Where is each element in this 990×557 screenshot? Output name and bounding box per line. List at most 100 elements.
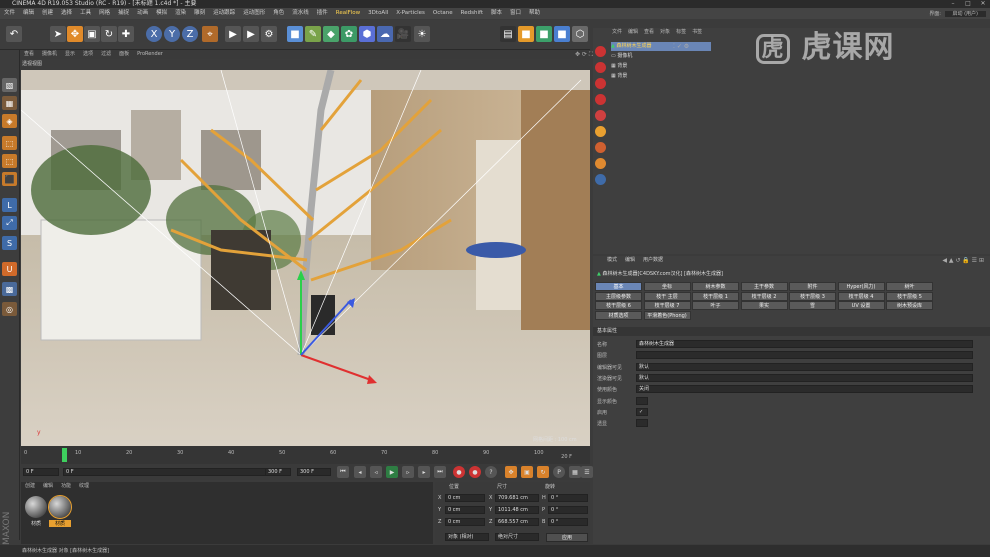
select-arrow-icon[interactable]: ➤ — [50, 26, 66, 42]
menu-item[interactable]: 帮助 — [525, 8, 544, 19]
go-end-icon[interactable]: ⏭ — [434, 466, 446, 478]
attribute-tab[interactable]: Hyper(风力) — [837, 282, 885, 291]
object-menu-item[interactable]: 对象 — [657, 28, 673, 37]
attribute-menu-item[interactable]: 模式 — [603, 256, 621, 265]
sphere-red-icon[interactable] — [595, 46, 606, 57]
menu-item[interactable]: 网格 — [95, 8, 114, 19]
environment-icon[interactable]: ☁ — [377, 26, 393, 42]
next-frame-icon[interactable]: ▹ — [402, 466, 414, 478]
rot-p-field[interactable]: 0 ° — [548, 506, 588, 514]
prev-key-icon[interactable]: ◂ — [354, 466, 366, 478]
size-z-field[interactable]: 668.557 cm — [495, 518, 539, 526]
menu-item[interactable]: 文件 — [0, 8, 19, 19]
x-axis-icon[interactable]: X — [146, 26, 162, 42]
timeline-menu-icon[interactable]: ☰ — [581, 466, 593, 478]
cube-orange-icon[interactable]: ■ — [518, 26, 534, 42]
z-axis-icon[interactable]: Z — [182, 26, 198, 42]
viewport-menu-item[interactable]: 过滤 — [97, 50, 115, 59]
menu-item[interactable]: 工具 — [76, 8, 95, 19]
attribute-tab[interactable]: 枝干 主层 — [643, 291, 691, 301]
attribute-tab[interactable]: 树叶 — [886, 282, 933, 291]
attribute-tab[interactable]: 叶子 — [692, 301, 739, 310]
rot-h-field[interactable]: 0 ° — [548, 494, 588, 502]
attribute-tab[interactable]: 枝干层级 7 — [643, 301, 691, 310]
viewport-menu-item[interactable]: 摄像机 — [38, 50, 61, 59]
attribute-field-value[interactable]: 默认 — [636, 373, 973, 382]
object-menu-item[interactable]: 书签 — [689, 28, 705, 37]
object-visibility-icons[interactable]: ⁚ ✓ ⚙ — [673, 43, 689, 50]
render-view-icon[interactable]: ▶ — [225, 26, 241, 42]
menu-item[interactable]: 流水线 — [288, 8, 313, 19]
viewport-menu-item[interactable]: 查看 — [20, 50, 38, 59]
render-tag-icon[interactable] — [595, 142, 606, 153]
attribute-nav-icons[interactable]: ◀ ▲ ↺ 🔒 ☰ ⊞ — [942, 257, 984, 264]
attribute-tab[interactable]: 枝干层级 3 — [789, 291, 836, 301]
menu-item[interactable]: 雕刻 — [190, 8, 209, 19]
key-rotation-icon[interactable]: ↻ — [537, 466, 549, 478]
y-axis-icon[interactable]: Y — [164, 26, 180, 42]
attribute-tab[interactable]: 果实 — [740, 301, 788, 310]
layout-value[interactable]: 启动 (用户) — [944, 11, 986, 17]
attribute-tab[interactable]: 枝干层级 6 — [595, 301, 642, 310]
attribute-tab[interactable]: 枝干层级 5 — [886, 291, 933, 301]
script-s-icon[interactable] — [595, 158, 606, 169]
axis-mode-icon[interactable]: L — [2, 198, 17, 212]
viewport-menu-item[interactable]: 显示 — [61, 50, 79, 59]
key-param-icon[interactable]: P — [553, 466, 565, 478]
scale-icon[interactable]: ▣ — [84, 26, 100, 42]
end-frame-field-2[interactable]: 300 F — [297, 468, 331, 476]
menu-item[interactable]: 模拟 — [152, 8, 171, 19]
object-menu-item[interactable]: 标签 — [673, 28, 689, 37]
cube-green-icon[interactable]: ■ — [536, 26, 552, 42]
move-icon[interactable]: ✥ — [67, 26, 83, 42]
menu-item[interactable]: 3DtoAll — [364, 8, 392, 19]
rot-b-field[interactable]: 0 ° — [548, 518, 588, 526]
material-menu-item[interactable]: 纹理 — [75, 482, 93, 490]
render-settings-icon[interactable]: ⚙ — [261, 26, 277, 42]
menu-item[interactable]: 插件 — [313, 8, 332, 19]
key-scale-icon[interactable]: ▣ — [521, 466, 533, 478]
size-x-field[interactable]: 709.681 cm — [495, 494, 539, 502]
attribute-field-value[interactable]: 森林树木生成器 — [636, 340, 973, 348]
attribute-tab[interactable]: 树木参数 — [692, 282, 739, 291]
perspective-viewport[interactable]: y — [21, 70, 590, 446]
light-icon[interactable]: ☀ — [414, 26, 430, 42]
attribute-menu-item[interactable]: 用户数据 — [639, 256, 667, 265]
attribute-tab[interactable]: 平滑着色(Phong) — [643, 310, 691, 320]
viewport-nav-icon[interactable]: ✥ ⟳ ⛶ — [575, 51, 593, 59]
cloner-icon[interactable]: ✿ — [341, 26, 357, 42]
object-row-background-2[interactable]: ▦ 背景 — [611, 72, 711, 81]
attribute-field-value[interactable] — [636, 419, 648, 428]
menu-item[interactable]: 选择 — [57, 8, 76, 19]
tweak-icon[interactable]: ⤢ — [2, 216, 17, 230]
viewport-solo-icon[interactable]: ▤ — [500, 26, 516, 42]
attribute-tab[interactable]: UV 设置 — [837, 301, 885, 310]
attribute-tab[interactable]: 枝干层级 2 — [740, 291, 788, 301]
render-picture-icon[interactable]: ▶ — [243, 26, 259, 42]
attribute-tab[interactable]: 主层级参数 — [595, 291, 642, 301]
prev-frame-icon[interactable]: ◃ — [370, 466, 382, 478]
pos-x-field[interactable]: 0 cm — [445, 494, 485, 502]
attribute-tab[interactable]: 树木预设库 — [886, 301, 933, 310]
maximize-icon[interactable]: □ — [961, 0, 975, 8]
key-pla-icon[interactable]: ▦ — [569, 466, 581, 478]
cube-icon[interactable]: ■ — [287, 26, 303, 42]
deformer-icon[interactable]: ⬢ — [359, 26, 375, 42]
key-position-icon[interactable]: ✥ — [505, 466, 517, 478]
layout-selector[interactable]: 界面: 启动 (用户) — [929, 10, 986, 17]
start-frame-field[interactable]: 0 F — [63, 468, 283, 476]
minimize-icon[interactable]: – — [946, 0, 960, 8]
make-editable-icon[interactable]: ▧ — [2, 78, 17, 92]
rotate-icon[interactable]: ↻ — [101, 26, 117, 42]
go-start-icon[interactable]: ⏮ — [337, 466, 349, 478]
attribute-tab[interactable]: 基本 — [595, 282, 642, 291]
size-mode-select[interactable]: 绝对尺寸 — [495, 533, 539, 541]
attribute-field-value[interactable]: ✓ — [636, 407, 648, 416]
sphere-red-icon-4[interactable] — [595, 94, 606, 105]
snap-icon[interactable]: ⬡ — [572, 26, 588, 42]
sphere-red-icon-2[interactable] — [595, 62, 606, 73]
magnet-icon[interactable]: U — [2, 262, 17, 276]
texture-mode-icon[interactable]: ▦ — [2, 96, 17, 110]
attribute-tab[interactable]: 材质选项 — [595, 310, 642, 320]
object-menu-item[interactable]: 编辑 — [625, 28, 641, 37]
